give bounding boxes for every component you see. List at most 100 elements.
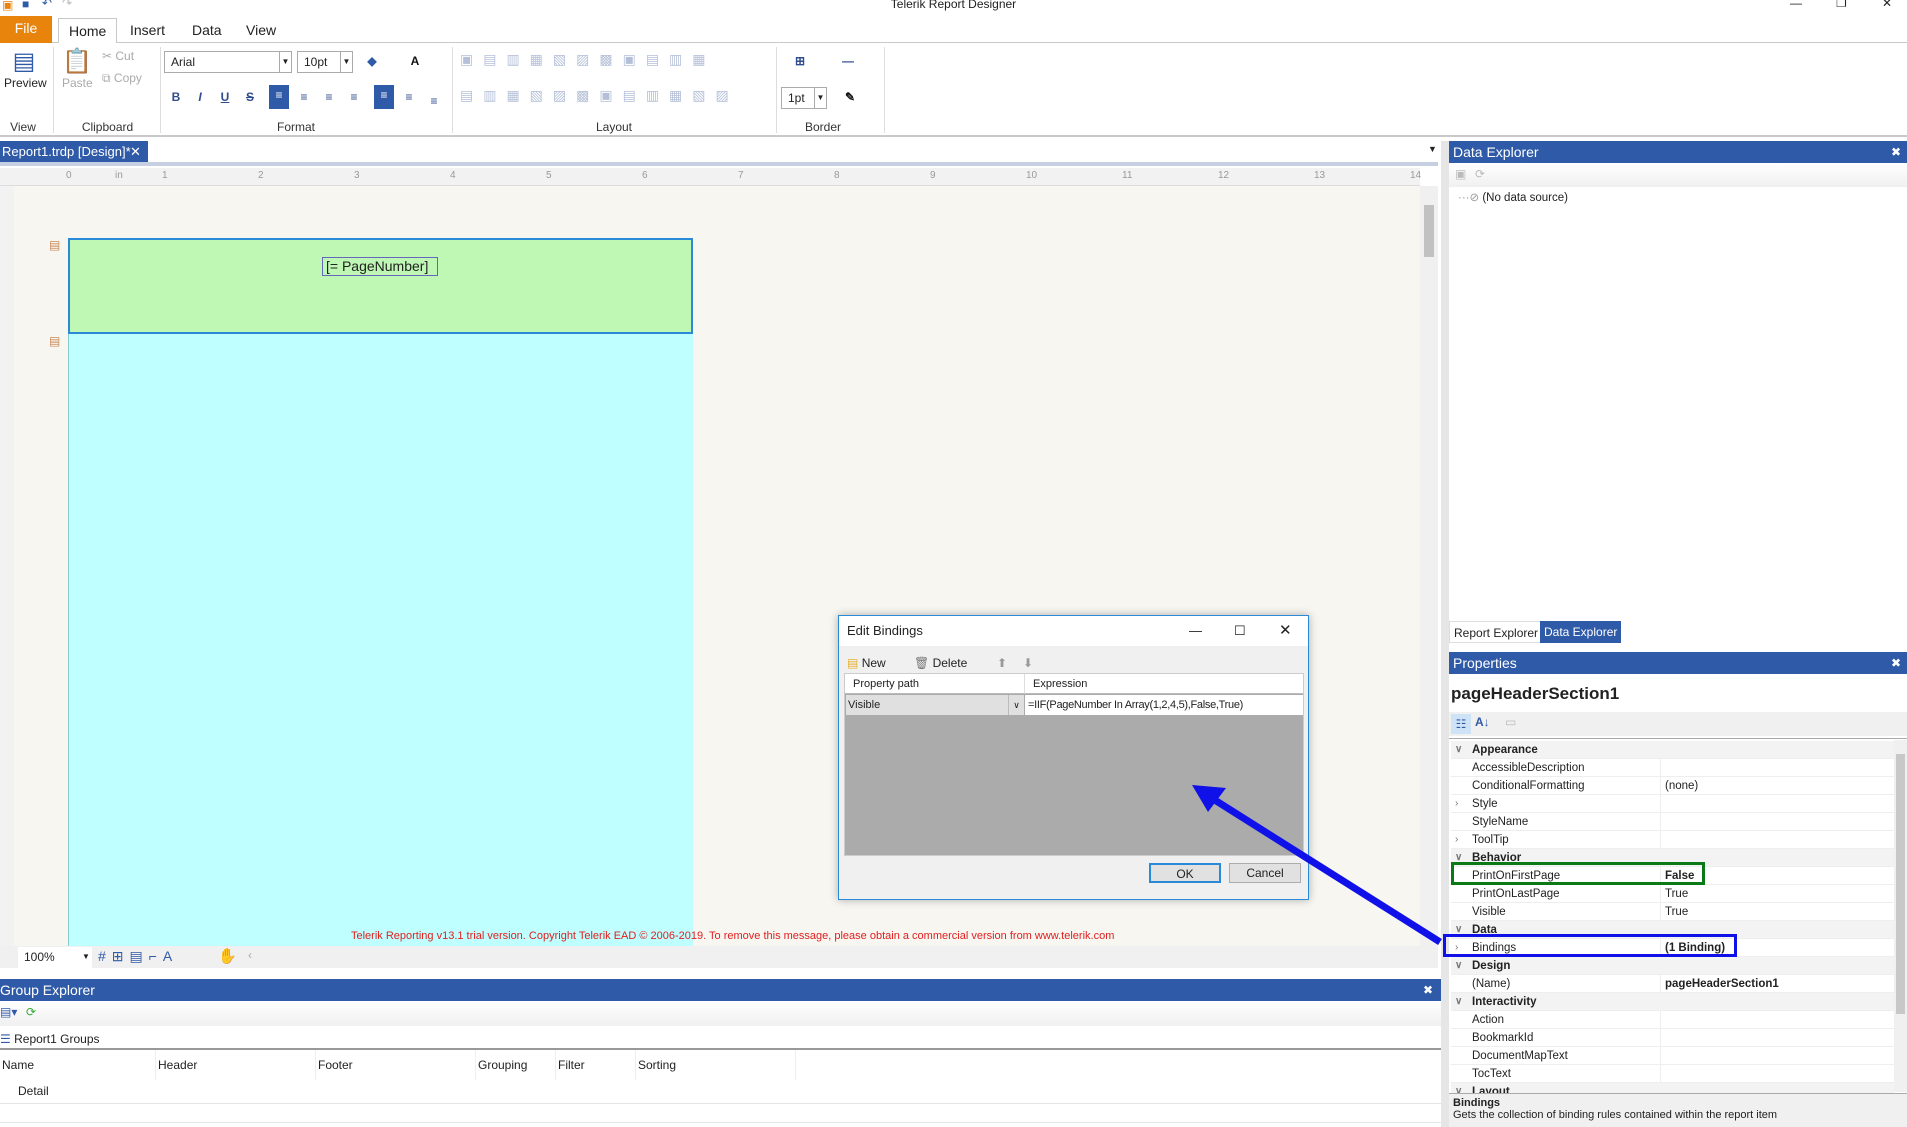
property-row[interactable]: (Name) pageHeaderSection1 — [1451, 975, 1894, 993]
detail-section[interactable] — [68, 334, 693, 946]
property-value[interactable] — [1660, 1029, 1665, 1047]
font-family-select[interactable]: Arial ▼ — [164, 51, 292, 73]
property-row[interactable]: AccessibleDescription — [1451, 759, 1894, 777]
strikethrough-button[interactable]: S — [240, 87, 260, 107]
property-value[interactable] — [1660, 795, 1665, 813]
categorized-icon[interactable]: ☷ — [1451, 714, 1471, 734]
layout-spacing-icons[interactable]: ▤▥▦▧▨▩▣▤▥▦▧▨ — [460, 87, 770, 104]
scrollbar-thumb[interactable] — [1424, 205, 1434, 257]
groups-root[interactable]: ☰ Report1 Groups — [0, 1028, 1441, 1050]
chevron-down-icon[interactable]: ∨ — [1455, 741, 1462, 759]
edit-datasource-icon[interactable]: ▣ — [1455, 167, 1466, 181]
close-icon[interactable]: ✖ — [1891, 141, 1901, 163]
property-row[interactable]: DocumentMapText — [1451, 1047, 1894, 1065]
property-value[interactable] — [1660, 813, 1665, 831]
justify-button[interactable]: ≡ — [344, 87, 364, 107]
property-value[interactable] — [1660, 831, 1665, 849]
fill-color-icon[interactable]: ◆ — [362, 51, 382, 71]
refresh-icon[interactable]: ⟳ — [26, 1005, 36, 1019]
restore-button[interactable]: ❐ — [1836, 0, 1847, 10]
group-row-detail[interactable]: Detail — [18, 1080, 49, 1102]
zoom-select[interactable]: 100% ▼ — [18, 947, 92, 969]
align-top-button[interactable]: ≡ — [374, 85, 394, 109]
document-tab[interactable]: Report1.trdp [Design]* ✕ — [0, 141, 148, 162]
property-row[interactable]: BookmarkId — [1451, 1029, 1894, 1047]
new-binding-button[interactable]: ▤ New — [847, 656, 886, 670]
property-value[interactable]: True — [1660, 885, 1688, 903]
property-path-select[interactable]: Visible ∨ — [846, 695, 1024, 715]
ok-button[interactable]: OK — [1149, 863, 1221, 883]
property-row[interactable]: TocText — [1451, 1065, 1894, 1083]
column-header-filter[interactable]: Filter — [556, 1050, 636, 1080]
border-color-icon[interactable]: ✎ — [840, 87, 860, 107]
align-middle-button[interactable]: ≡ — [399, 87, 419, 107]
data-source-item[interactable]: ···⊘ (No data source) — [1458, 190, 1568, 204]
column-header-name[interactable]: Name — [0, 1050, 156, 1080]
close-icon[interactable]: ✖ — [1423, 979, 1433, 1001]
property-value[interactable] — [1660, 1047, 1665, 1065]
border-style-icon[interactable]: — — [838, 51, 858, 71]
bold-button[interactable]: B — [166, 87, 186, 107]
chevron-right-icon[interactable]: › — [1455, 795, 1458, 813]
font-size-select[interactable]: 10pt ▼ — [297, 51, 353, 73]
move-up-icon[interactable]: ⬆ — [997, 656, 1007, 670]
vertical-scrollbar[interactable] — [1420, 186, 1438, 946]
border-width-select[interactable]: 1pt ▼ — [781, 87, 827, 109]
property-category[interactable]: ∨ Appearance — [1451, 741, 1894, 759]
scroll-left-icon[interactable]: ‹ — [248, 948, 252, 962]
layout-align-icons[interactable]: ▣▤▥▦▧▨▩▣▤▥▦ — [460, 51, 740, 68]
property-row[interactable]: › ToolTip — [1451, 831, 1894, 849]
tab-view[interactable]: View — [236, 18, 286, 43]
align-center-button[interactable]: ≡ — [294, 87, 314, 107]
expression-input[interactable]: =IIF(PageNumber In Array(1,2,4,5),False,… — [1025, 695, 1303, 715]
view-toggle-icons[interactable]: #⊞▤⌐A — [98, 948, 178, 965]
italic-button[interactable]: I — [190, 87, 210, 107]
minimize-button[interactable]: — — [1790, 0, 1802, 10]
tab-report-explorer[interactable]: Report Explorer — [1449, 621, 1544, 643]
chevron-down-icon[interactable]: ∨ — [1455, 957, 1462, 975]
property-row[interactable]: ConditionalFormatting (none) — [1451, 777, 1894, 795]
pan-hand-icon[interactable]: ✋ — [218, 947, 237, 965]
close-button[interactable]: ✕ — [1279, 616, 1292, 646]
paste-button[interactable]: 📋 Paste — [62, 47, 93, 90]
group-menu-icon[interactable]: ▤▾ — [0, 1005, 17, 1019]
maximize-button[interactable]: ☐ — [1234, 616, 1246, 646]
column-header-grouping[interactable]: Grouping — [476, 1050, 556, 1080]
sort-alphabetical-icon[interactable]: A↓ — [1475, 715, 1490, 729]
property-row[interactable]: › Style — [1451, 795, 1894, 813]
tab-home[interactable]: Home — [58, 18, 118, 44]
page-number-textbox[interactable]: [= PageNumber] — [322, 257, 438, 276]
close-icon[interactable]: ✖ — [1891, 652, 1901, 674]
copy-button[interactable]: ⧉ Copy — [102, 71, 142, 86]
close-icon[interactable]: ✕ — [130, 141, 141, 162]
align-left-button[interactable]: ≡ — [269, 85, 289, 109]
splitter[interactable] — [1441, 141, 1449, 1127]
property-row[interactable]: StyleName — [1451, 813, 1894, 831]
page-header-section[interactable] — [68, 238, 693, 334]
property-value[interactable]: pageHeaderSection1 — [1660, 975, 1779, 993]
underline-button[interactable]: U — [215, 87, 235, 107]
chevron-right-icon[interactable]: › — [1455, 831, 1458, 849]
cut-button[interactable]: ✂ Cut — [102, 49, 134, 63]
tab-file[interactable]: File — [0, 16, 52, 43]
tab-list-dropdown-icon[interactable]: ▼ — [1428, 144, 1437, 154]
property-value[interactable] — [1660, 759, 1665, 777]
property-row[interactable]: Visible True — [1451, 903, 1894, 921]
borders-icon[interactable]: ⊞ — [790, 51, 810, 71]
property-grid-scrollbar[interactable] — [1894, 740, 1907, 1092]
move-down-icon[interactable]: ⬇ — [1023, 656, 1033, 670]
cancel-button[interactable]: Cancel — [1229, 863, 1301, 883]
tab-data[interactable]: Data — [182, 18, 232, 43]
column-header-sorting[interactable]: Sorting — [636, 1050, 796, 1080]
font-color-icon[interactable]: A — [405, 51, 425, 71]
tab-data-explorer[interactable]: Data Explorer — [1540, 621, 1622, 643]
property-value[interactable]: True — [1660, 903, 1688, 921]
property-row[interactable]: Action — [1451, 1011, 1894, 1029]
chevron-down-icon[interactable]: ∨ — [1455, 993, 1462, 1011]
column-header-footer[interactable]: Footer — [316, 1050, 476, 1080]
column-header-header[interactable]: Header — [156, 1050, 316, 1080]
property-value[interactable]: (none) — [1660, 777, 1698, 795]
property-row[interactable]: PrintOnLastPage True — [1451, 885, 1894, 903]
tab-insert[interactable]: Insert — [120, 18, 175, 43]
property-pages-icon[interactable]: ▭ — [1505, 715, 1516, 729]
